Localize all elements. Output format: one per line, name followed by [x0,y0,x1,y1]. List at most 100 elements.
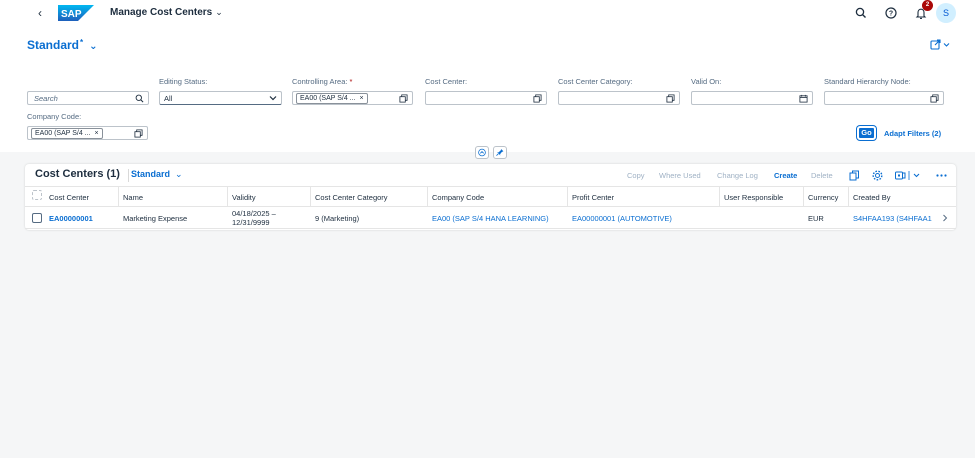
profit-center-link[interactable]: EA00000001 (AUTOMOTIVE) [572,214,672,223]
column-divider [310,187,311,207]
collapse-header-button[interactable] [475,146,489,159]
go-button[interactable]: Go [857,126,876,140]
column-validity[interactable]: Validity [232,193,256,202]
token-remove-icon[interactable]: × [360,95,364,102]
company-code-label: Company Code: [27,112,82,121]
search-icon[interactable] [854,6,868,20]
variant-name: Standard [27,38,80,52]
avatar[interactable]: S [936,3,956,23]
column-cost-center[interactable]: Cost Center [49,193,89,202]
controlling-area-label: Controlling Area: * [292,77,352,86]
change-log-button[interactable]: Change Log [717,171,758,180]
chevron-down-icon: ⌄ [215,7,223,17]
app-title-menu[interactable]: Manage Cost Centers ⌄ [110,7,223,18]
cost-center-input[interactable] [425,91,547,105]
column-divider [427,187,428,207]
filter-header: Standard* ⌄ Search Editing Status: All Co… [0,26,975,159]
select-all-checkbox[interactable] [32,190,42,200]
delete-button[interactable]: Delete [811,171,833,180]
cell-category: 9 (Marketing) [315,214,360,223]
cost-centers-table: Cost Centers (1) Standard ⌄ Copy Where Us… [25,164,956,230]
cell-validity-to: 12/31/9999 [232,218,270,227]
value-help-icon[interactable] [930,94,939,103]
shell-bar: ‹ SAP Manage Cost Centers ⌄ ? 2 S [0,0,975,26]
app-title: Manage Cost Centers [110,7,213,18]
sap-logo[interactable]: SAP [58,5,94,21]
company-code-token: EA00 (SAP S/4 ... × [31,128,103,139]
variant-selector[interactable]: Standard* ⌄ [27,38,98,52]
cell-validity-from: 04/18/2025 – [232,209,276,218]
value-help-icon[interactable] [666,94,675,103]
column-currency[interactable]: Currency [808,193,838,202]
cost-center-category-input[interactable] [558,91,680,105]
token-remove-icon[interactable]: × [95,130,99,137]
adapt-filters-button[interactable]: Adapt Filters (2) [884,129,941,138]
valid-on-input[interactable] [691,91,813,105]
column-divider [719,187,720,207]
controlling-area-input[interactable]: EA00 (SAP S/4 ... × [292,91,413,105]
value-help-icon[interactable] [399,94,408,103]
copy-button[interactable]: Copy [627,171,645,180]
table-variant-name: Standard [131,169,171,179]
value-help-icon[interactable] [134,129,143,138]
cost-center-link[interactable]: EA00000001 [49,214,93,223]
column-company-code[interactable]: Company Code [432,193,484,202]
search-icon[interactable] [135,94,144,103]
token-text: EA00 (SAP S/4 ... [300,95,356,102]
column-divider [567,187,568,207]
editing-status-label: Editing Status: [159,77,208,86]
help-icon[interactable]: ? [884,6,898,20]
back-button[interactable]: ‹ [34,6,46,20]
editing-status-value: All [164,94,173,103]
svg-text:?: ? [889,11,893,18]
export-icon[interactable] [894,169,924,182]
create-button[interactable]: Create [774,171,797,180]
column-created-by[interactable]: Created By [853,193,891,202]
gear-icon[interactable] [871,169,884,182]
created-by-link[interactable]: S4HFAA193 (S4HFAA1 [853,214,937,223]
search-placeholder: Search [34,94,58,103]
standard-hierarchy-node-input[interactable] [824,91,944,105]
chevron-down-icon: ⌄ [89,41,98,52]
share-icon[interactable] [928,38,952,52]
table-variant-selector[interactable]: Standard ⌄ [131,169,183,180]
variant-modified-marker: * [80,38,84,47]
column-name[interactable]: Name [123,193,143,202]
value-help-icon[interactable] [533,94,542,103]
copy-icon[interactable] [848,169,861,182]
cost-center-category-label: Cost Center Category: [558,77,633,86]
search-input[interactable]: Search [27,91,149,105]
where-used-button[interactable]: Where Used [659,171,701,180]
cell-name: Marketing Expense [123,214,188,223]
table-header: Cost Center Name Validity Cost Center Ca… [25,186,956,207]
company-code-link[interactable]: EA00 (SAP S/4 HANA LEARNING) [432,214,549,223]
row-checkbox[interactable] [32,213,42,223]
chevron-left-icon: ‹ [38,6,42,20]
chevron-down-icon [269,96,277,101]
calendar-icon[interactable] [799,94,808,103]
column-user-responsible[interactable]: User Responsible [724,193,783,202]
valid-on-label: Valid On: [691,77,722,86]
column-divider [803,187,804,207]
editing-status-select[interactable]: All [159,91,282,105]
controlling-area-label-text: Controlling Area: [292,77,348,86]
company-code-input[interactable]: EA00 (SAP S/4 ... × [27,126,148,140]
column-profit-center[interactable]: Profit Center [572,193,614,202]
token-text: EA00 (SAP S/4 ... [35,130,91,137]
notification-badge: 2 [922,0,933,11]
required-marker: * [349,77,353,86]
column-divider [227,187,228,207]
chevron-down-icon: ⌄ [175,169,183,179]
table-title: Cost Centers (1) [35,168,120,180]
cell-currency: EUR [808,214,824,223]
column-divider [848,187,849,207]
chevron-right-icon[interactable] [941,213,949,223]
controlling-area-token: EA00 (SAP S/4 ... × [296,93,368,104]
standard-hierarchy-node-label: Standard Hierarchy Node: [824,77,911,86]
more-icon[interactable] [935,169,948,182]
column-divider [118,187,119,207]
divider [128,169,129,182]
table-row[interactable]: EA00000001 Marketing Expense 04/18/2025 … [25,207,956,229]
column-cost-center-category[interactable]: Cost Center Category [315,193,388,202]
pin-icon[interactable] [493,146,507,159]
